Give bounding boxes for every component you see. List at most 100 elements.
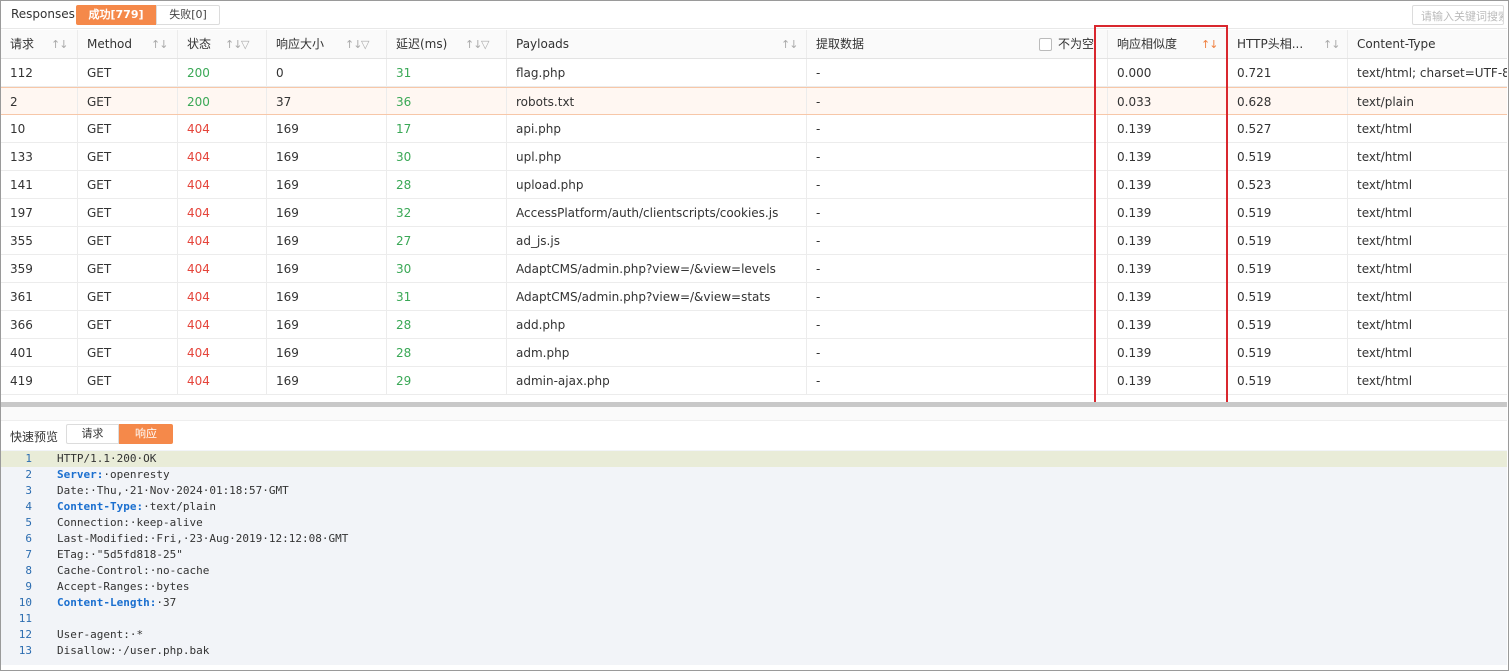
header-value: Connection:·keep-alive: [57, 516, 203, 529]
not-empty-checkbox[interactable]: [1039, 38, 1052, 51]
line-text: Server:·openresty: [57, 467, 170, 483]
table-row[interactable]: 133 GET 404 169 30 upl.php -0.139 0.519 text/htm…: [1, 143, 1507, 171]
cell-response-size: 169: [267, 227, 387, 254]
header-key: Content-Type:: [57, 500, 144, 513]
col-header-extracted-data[interactable]: 提取数据 不为空: [807, 30, 1108, 58]
cell-latency: 30: [387, 255, 507, 282]
sort-icon[interactable]: ↑↓: [151, 30, 168, 58]
col-header-response-size[interactable]: 响应大小 ↑↓ ▽: [267, 30, 387, 58]
line-text: Date:·Thu,·21·Nov·2024·01:18:57·GMT: [57, 483, 289, 499]
sort-icon[interactable]: ↑↓: [51, 30, 68, 58]
cell-similarity: 0.139: [1108, 171, 1228, 198]
table-row[interactable]: 401 GET 404 169 28 adm.php -0.139 0.519 text/htm…: [1, 339, 1507, 367]
sort-icon[interactable]: ↑↓: [345, 30, 362, 58]
cell-latency: 30: [387, 143, 507, 170]
cell-status: 404: [178, 199, 267, 226]
line-text: Content-Type:·text/plain: [57, 499, 216, 515]
table-row[interactable]: 112 GET 200 0 31 flag.php -0.000 0.721 text/html…: [1, 59, 1507, 87]
cell-payload: api.php: [507, 115, 807, 142]
header-value: HTTP/1.1·200·OK: [57, 452, 157, 465]
cell-latency: 31: [387, 283, 507, 310]
cell-http-header-similarity: 0.519: [1228, 283, 1348, 310]
table-row[interactable]: 419 GET 404 169 29 admin-ajax.php -0.139 0.519 t…: [1, 367, 1507, 395]
cell-http-header-similarity: 0.628: [1228, 88, 1348, 114]
col-header-similarity[interactable]: 响应相似度 ↑↓: [1108, 30, 1228, 58]
table-row[interactable]: 359 GET 404 169 30 AdaptCMS/admin.php?view=/&…: [1, 255, 1507, 283]
sort-icon[interactable]: ↑↓: [1201, 30, 1218, 58]
col-header-request[interactable]: 请求 ↑↓: [1, 30, 78, 58]
cell-extracted-data: -: [807, 171, 1108, 198]
table-row[interactable]: 141 GET 404 169 28 upload.php -0.139 0.523 text/…: [1, 171, 1507, 199]
preview-request-tab[interactable]: 请求: [66, 424, 119, 444]
sort-icon[interactable]: ↑↓: [1323, 30, 1340, 58]
code-line: 4 Content-Type:·text/plain: [1, 499, 1507, 515]
cell-http-header-similarity: 0.523: [1228, 171, 1348, 198]
filter-icon[interactable]: ▽: [241, 30, 249, 58]
line-number: 10: [18, 596, 32, 609]
col-header-status[interactable]: 状态 ↑↓ ▽: [178, 30, 267, 58]
cell-status: 404: [178, 255, 267, 282]
col-header-method[interactable]: Method ↑↓: [78, 30, 178, 58]
response-preview-code[interactable]: 1 HTTP/1.1·200·OK 2 Server:·openresty 3 Date:…: [1, 450, 1507, 665]
cell-status: 404: [178, 283, 267, 310]
col-header-payloads[interactable]: Payloads ↑↓: [507, 30, 807, 58]
cell-request-id: 359: [1, 255, 78, 282]
filter-icon[interactable]: ▽: [361, 30, 369, 58]
table-row[interactable]: 361 GET 404 169 31 AdaptCMS/admin.php?view=/&…: [1, 283, 1507, 311]
filter-icon[interactable]: ▽: [481, 30, 489, 58]
code-line: 5 Connection:·keep-alive: [1, 515, 1507, 531]
fail-tab[interactable]: 失败[0]: [156, 5, 220, 25]
cell-latency: 32: [387, 199, 507, 226]
line-text: Content-Length:·37: [57, 595, 176, 611]
header-value: Accept-Ranges:·bytes: [57, 580, 190, 593]
cell-response-size: 169: [267, 339, 387, 366]
cell-http-header-similarity: 0.519: [1228, 367, 1348, 394]
cell-extracted-data: -: [807, 88, 1108, 114]
cell-extracted-data: -: [807, 227, 1108, 254]
cell-request-id: 141: [1, 171, 78, 198]
cell-status: 200: [178, 59, 267, 86]
cell-content-type: text/html: [1357, 318, 1413, 332]
cell-request-id: 366: [1, 311, 78, 338]
cell-similarity: 0.139: [1108, 339, 1228, 366]
cell-content-type: text/html: [1357, 234, 1413, 248]
table-row[interactable]: 366 GET 404 169 28 add.php -0.139 0.519 text/htm…: [1, 311, 1507, 339]
cell-status: 404: [178, 227, 267, 254]
cell-extracted-data: -: [807, 115, 1108, 142]
table-row[interactable]: 197 GET 404 169 32 AccessPlatform/auth/client…: [1, 199, 1507, 227]
cell-payload: AdaptCMS/admin.php?view=/&view=stats: [507, 283, 807, 310]
table-row[interactable]: 2 GET 200 37 36 robots.txt -0.033 0.628 text/pla…: [1, 87, 1507, 115]
code-line: 13 Disallow:·/user.php.bak: [1, 643, 1507, 659]
col-header-latency[interactable]: 延迟(ms) ↑↓ ▽: [387, 30, 507, 58]
header-value: Disallow:·/user.php.bak: [57, 644, 210, 657]
cell-method: GET: [78, 367, 178, 394]
table-row[interactable]: 355 GET 404 169 27 ad_js.js -0.139 0.519 text/ht…: [1, 227, 1507, 255]
cell-content-type: text/html: [1357, 178, 1413, 192]
line-text: Connection:·keep-alive: [57, 515, 203, 531]
cell-latency: 17: [387, 115, 507, 142]
table-row[interactable]: 10 GET 404 169 17 api.php -0.139 0.527 text/html: [1, 115, 1507, 143]
sort-icon[interactable]: ↑↓: [781, 30, 798, 58]
code-line: 1 HTTP/1.1·200·OK: [1, 451, 1507, 467]
col-header-content-type[interactable]: Content-Type: [1348, 30, 1507, 58]
col-header-http-header-similarity[interactable]: HTTP头相... ↑↓: [1228, 30, 1348, 58]
not-empty-label: 不为空: [1058, 37, 1095, 51]
keyword-search-input[interactable]: 请输入关键词搜索: [1412, 5, 1504, 25]
cell-response-size: 37: [267, 88, 387, 114]
code-line: 2 Server:·openresty: [1, 467, 1507, 483]
success-tab[interactable]: 成功[779]: [76, 5, 156, 25]
line-number: 12: [18, 628, 32, 641]
code-line: 6 Last-Modified:·Fri,·23·Aug·2019·12:12:0…: [1, 531, 1507, 547]
quick-preview-label: 快速预览: [10, 430, 59, 444]
sort-icon[interactable]: ↑↓: [465, 30, 482, 58]
sort-icon[interactable]: ↑↓: [225, 30, 242, 58]
line-number: 2: [25, 468, 32, 481]
col-label: 延迟(ms): [396, 37, 448, 51]
code-line: 9 Accept-Ranges:·bytes: [1, 579, 1507, 595]
responses-toolbar: Responses 成功[779] 失败[0] 请输入关键词搜索: [1, 1, 1507, 29]
code-line: 3 Date:·Thu,·21·Nov·2024·01:18:57·GMT: [1, 483, 1507, 499]
cell-payload: upload.php: [507, 171, 807, 198]
cell-request-id: 401: [1, 339, 78, 366]
cell-latency: 29: [387, 367, 507, 394]
preview-response-tab[interactable]: 响应: [119, 424, 173, 444]
